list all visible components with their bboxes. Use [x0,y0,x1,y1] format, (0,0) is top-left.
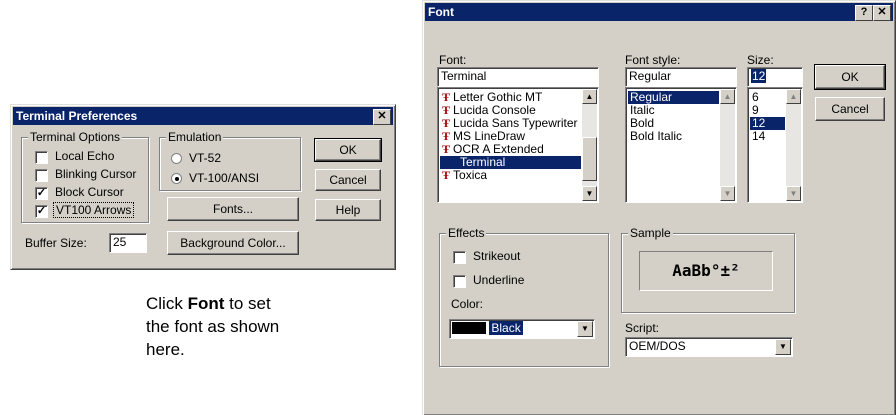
buffer-size-input[interactable]: 25 [109,233,147,253]
size-input[interactable]: 12 [747,67,803,87]
font-style-input[interactable]: Regular [625,67,737,87]
strikeout-checkbox[interactable] [453,251,466,264]
script-label: Script: [625,321,660,335]
terminal-preferences-title: Terminal Preferences [16,109,138,123]
vt100-ansi-radio[interactable] [171,173,182,184]
check-icon: ✓ [36,205,47,217]
truetype-icon: Ŧ [442,103,451,117]
scroll-down-icon[interactable]: ▼ [582,186,597,201]
color-select-value: Black [489,321,523,335]
size-label: Size: [747,53,774,67]
color-select[interactable]: Black ▼ [449,319,595,339]
sample-preview-box: AaBb°±² [639,251,773,291]
caption-rest: to set [229,294,271,313]
scroll-up-icon[interactable]: ▲ [720,89,735,104]
font-titlebar[interactable]: Font ? ✕ [425,3,893,21]
color-label: Color: [451,297,484,311]
background-color-button[interactable]: Background Color... [167,231,299,255]
fonts-button[interactable]: Fonts... [167,197,299,221]
instruction-caption: Click Font to set the font as shown here… [146,292,346,361]
truetype-icon: Ŧ [442,116,451,130]
font-dialog-title: Font [428,5,454,19]
scroll-up-icon[interactable]: ▲ [582,89,597,104]
block-cursor-checkbox[interactable]: ✓ [35,187,48,200]
truetype-icon: Ŧ [442,168,451,182]
terminal-preferences-dialog: Terminal Preferences ✕ Terminal Options … [10,104,396,270]
caption-prefix: Click [146,294,183,313]
close-icon[interactable]: ✕ [373,109,391,125]
font-list-scrollbar[interactable]: ▲ ▼ [582,89,597,201]
scroll-down-icon[interactable]: ▼ [720,186,735,201]
script-select-value: OEM/DOS [629,339,686,353]
buffer-size-label: Buffer Size: [25,236,87,250]
truetype-icon: Ŧ [442,129,451,143]
vt100-ansi-label[interactable]: VT-100/ANSI [189,171,259,185]
font-style-label: Font style: [625,53,681,67]
dropdown-arrow-icon[interactable]: ▼ [775,339,791,355]
caption-bold: Font [187,294,225,313]
effects-label: Effects [446,226,487,240]
local-echo-label[interactable]: Local Echo [55,149,114,163]
font-list-item[interactable]: Ŧ Toxica [440,169,596,182]
caption-line3: here. [146,340,185,359]
vt52-label[interactable]: VT-52 [189,151,221,165]
scroll-up-icon[interactable]: ▲ [786,89,801,104]
caption-line2: the font as shown [146,317,280,336]
font-list[interactable]: Ŧ Letter Gothic MT Ŧ Lucida Console Ŧ Lucid… [437,87,599,203]
size-scrollbar[interactable]: ▲ ▼ [786,89,801,201]
font-dialog: Font ? ✕ Font: Terminal Ŧ Letter Gothic M… [422,0,896,415]
vt100-arrows-checkbox[interactable]: ✓ [35,205,48,218]
font-name-input[interactable]: Terminal [437,67,599,87]
font-style-item[interactable]: Bold Italic [628,130,734,143]
blinking-cursor-checkbox[interactable] [35,169,48,182]
underline-checkbox[interactable] [453,275,466,288]
font-cancel-button[interactable]: Cancel [815,97,885,121]
size-list[interactable]: 6 9 12 14 ▲ ▼ [747,87,803,203]
check-icon: ✓ [36,187,47,199]
sample-text: AaBb°±² [672,261,740,280]
local-echo-checkbox[interactable] [35,151,48,164]
scroll-down-icon[interactable]: ▼ [786,186,801,201]
font-style-scrollbar[interactable]: ▲ ▼ [720,89,735,201]
terminal-options-label: Terminal Options [28,130,123,144]
font-label: Font: [439,53,467,67]
blinking-cursor-label[interactable]: Blinking Cursor [55,167,136,181]
help-button[interactable]: Help [315,199,381,221]
font-style-list[interactable]: Regular Italic Bold Bold Italic ▲ ▼ [625,87,737,203]
underline-label[interactable]: Underline [473,273,524,287]
truetype-icon: Ŧ [442,90,451,104]
sample-label: Sample [628,226,673,240]
truetype-icon: Ŧ [442,142,451,156]
cancel-button[interactable]: Cancel [315,169,381,191]
font-ok-button[interactable]: OK [814,64,886,90]
script-select[interactable]: OEM/DOS ▼ [625,337,793,357]
vt100-arrows-label[interactable]: VT100 Arrows [53,202,135,218]
dropdown-arrow-icon[interactable]: ▼ [577,321,593,337]
scroll-thumb[interactable] [582,137,597,181]
terminal-preferences-titlebar[interactable]: Terminal Preferences ✕ [13,107,393,125]
ok-button[interactable]: OK [314,138,382,162]
strikeout-label[interactable]: Strikeout [473,249,520,263]
size-input-value: 12 [751,69,767,83]
color-swatch [452,322,486,334]
emulation-label: Emulation [166,130,224,144]
close-icon[interactable]: ✕ [873,5,891,21]
block-cursor-label[interactable]: Block Cursor [55,185,124,199]
vt52-radio[interactable] [171,153,182,164]
help-icon[interactable]: ? [855,5,873,21]
